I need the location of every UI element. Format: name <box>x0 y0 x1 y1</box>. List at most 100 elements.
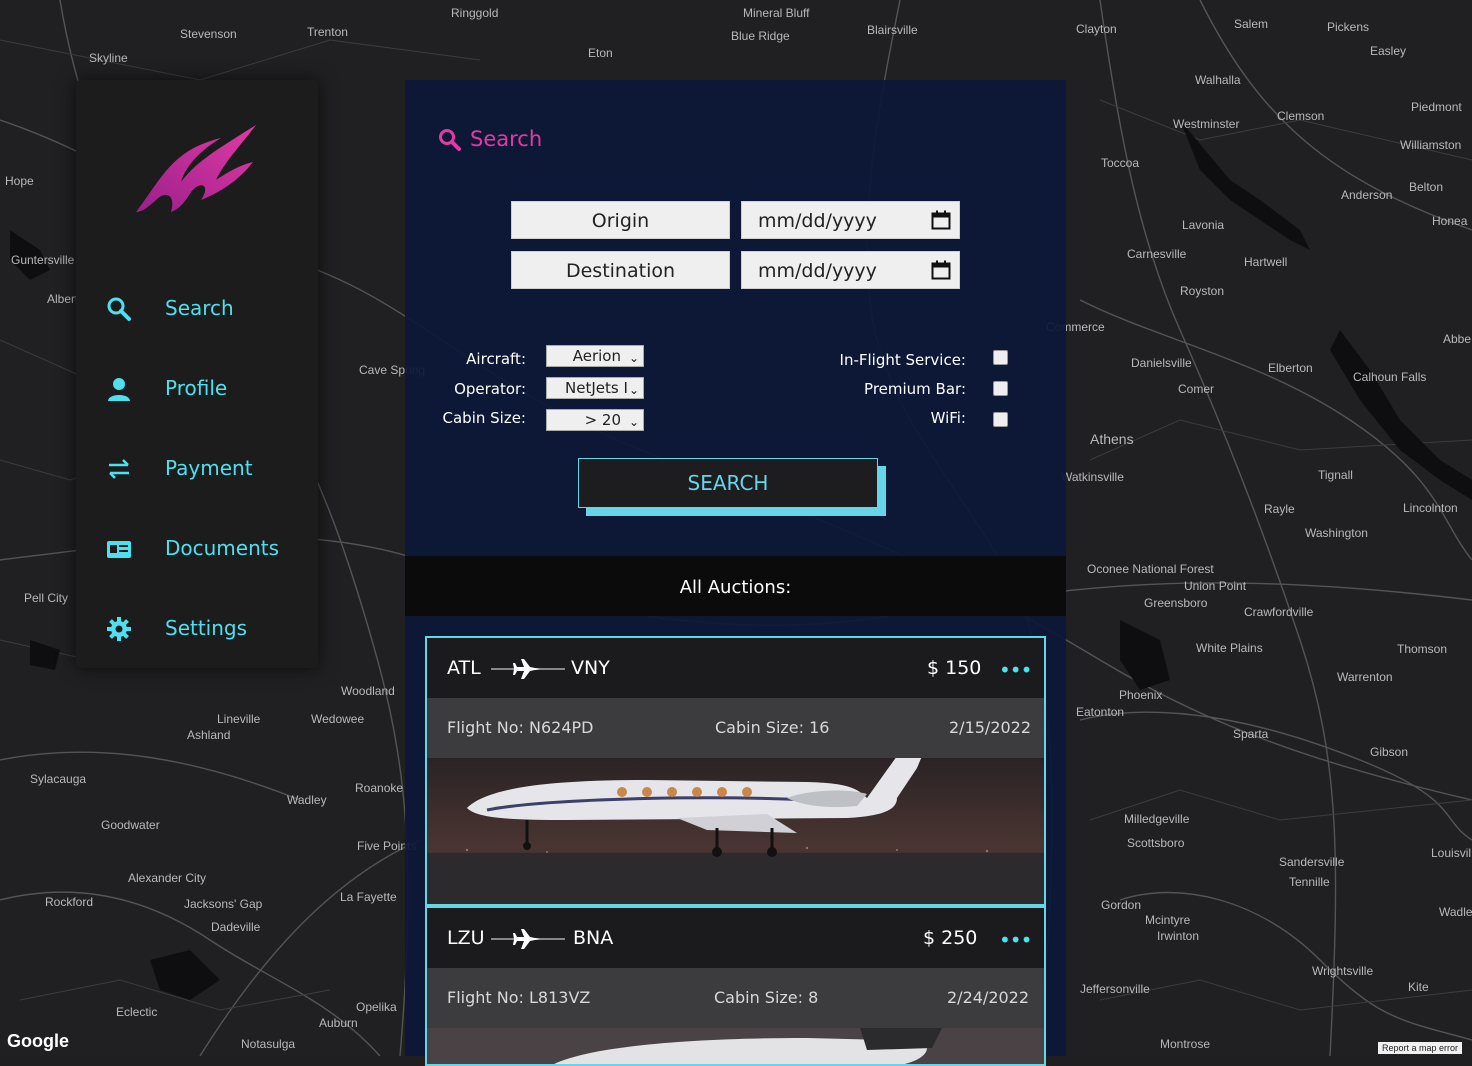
map-place-label: Carnesville <box>1127 247 1187 261</box>
map-place-label: Notasulga <box>241 1037 296 1051</box>
map-place-label: Sylacauga <box>30 772 87 786</box>
map-place-label: Sparta <box>1233 727 1269 741</box>
map-place-label: Wedowee <box>311 712 365 726</box>
sidebar-item-label: Search <box>165 296 234 320</box>
sidebar-item-documents[interactable]: Documents <box>76 520 318 580</box>
map-place-label: Wadley <box>287 793 327 807</box>
map-place-label: Calhoun Falls <box>1353 370 1427 384</box>
map-place-label: Eton <box>588 46 613 60</box>
map-place-label: Dadeville <box>211 920 261 934</box>
operator-select[interactable]: NetJets I ⌄ <box>546 377 644 399</box>
sidebar-item-search[interactable]: Search <box>76 280 318 340</box>
map-place-label: Skyline <box>89 51 128 65</box>
auction-card[interactable]: ATL VNY $ 150 ••• Flight No: N624PD Cabi… <box>425 636 1046 906</box>
map-place-label: Roanoke <box>355 781 404 795</box>
more-options-icon[interactable]: ••• <box>999 658 1032 682</box>
map-place-label: Lincolnton <box>1403 501 1458 515</box>
map-place-label: Louisvil <box>1431 846 1472 860</box>
map-place-label: Oconee National Forest <box>1087 562 1214 576</box>
wifi-checkbox[interactable] <box>993 412 1008 427</box>
origin-input[interactable]: Origin <box>511 201 730 239</box>
aircraft-select[interactable]: Aerion ⌄ <box>546 345 644 367</box>
sidebar-item-label: Settings <box>165 616 248 640</box>
departure-date-input[interactable]: mm/dd/yyyy <box>741 201 960 239</box>
map-place-label: Salem <box>1234 17 1269 31</box>
jet-photo <box>427 1028 1044 1064</box>
map-place-label: Jacksons' Gap <box>184 897 263 911</box>
auction-card[interactable]: LZU BNA $ 250 ••• Flight No: L813VZ Cabi… <box>425 906 1046 1066</box>
map-place-label: Tignall <box>1318 468 1353 482</box>
map-place-label: Westminster <box>1173 117 1240 131</box>
map-place-label: Warrenton <box>1337 670 1393 684</box>
map-place-label: Easley <box>1370 44 1407 58</box>
google-logo: Google <box>7 1031 69 1051</box>
map-place-label: Belton <box>1409 180 1444 194</box>
user-icon <box>108 378 130 401</box>
map-place-label: Danielsville <box>1131 356 1192 370</box>
cabin-size-label: Cabin Size: <box>442 409 526 427</box>
calendar-icon[interactable] <box>931 260 951 280</box>
map-place-label: Kite <box>1408 980 1429 994</box>
premium-bar-checkbox[interactable] <box>993 381 1008 396</box>
map-place-label: Eatonton <box>1076 705 1125 719</box>
report-map-error-link[interactable]: Report a map error <box>1378 1042 1463 1054</box>
airplane-icon <box>513 659 540 679</box>
map-place-label: Alexander City <box>128 871 207 885</box>
map-place-label: Greensboro <box>1144 596 1208 610</box>
flight-number: Flight No: L813VZ <box>447 988 591 1007</box>
flight-info-row: Flight No: N624PD Cabin Size: 16 2/15/20… <box>427 698 1044 758</box>
map-place-label: Athens <box>1090 431 1134 447</box>
map-place-label: White Plains <box>1196 641 1263 655</box>
map-place-label: Mcintyre <box>1145 913 1191 927</box>
search-button[interactable]: SEARCH <box>578 458 878 508</box>
calendar-icon[interactable] <box>931 210 951 230</box>
map-place-label: Williamston <box>1400 138 1462 152</box>
map-place-label: Sandersville <box>1279 855 1345 869</box>
route-row: LZU BNA $ 250 ••• <box>427 908 1044 968</box>
map-place-label: Comer <box>1178 382 1215 396</box>
map-place-label: Gibson <box>1370 745 1409 759</box>
sidebar: Search Profile Payment Documents Setting… <box>76 80 318 668</box>
map-place-label: Royston <box>1180 284 1225 298</box>
sidebar-item-profile[interactable]: Profile <box>76 360 318 420</box>
map-place-label: Blue Ridge <box>731 29 790 43</box>
map-place-label: Walhalla <box>1195 73 1241 87</box>
flight-info-row: Flight No: L813VZ Cabin Size: 8 2/24/202… <box>427 968 1044 1028</box>
map-place-label: Anderson <box>1341 188 1393 202</box>
destination-input[interactable]: Destination <box>511 251 730 289</box>
map-place-label: Rockford <box>45 895 94 909</box>
map-place-label: Tennille <box>1289 875 1330 889</box>
map-place-label: Woodland <box>341 684 395 698</box>
map-place-label: Guntersville <box>11 253 75 267</box>
map-place-label: Clayton <box>1076 22 1117 36</box>
map-place-label: Auburn <box>319 1016 358 1030</box>
transfer-icon <box>109 459 129 479</box>
map-place-label: Opelika <box>356 1000 397 1014</box>
more-options-icon[interactable]: ••• <box>999 928 1032 952</box>
map-place-label: Blairsville <box>867 23 918 37</box>
date-placeholder: mm/dd/yyyy <box>758 210 877 232</box>
map-place-label: Honea <box>1432 214 1468 228</box>
sidebar-item-settings[interactable]: Settings <box>76 600 318 660</box>
flight-date: 2/15/2022 <box>949 718 1032 737</box>
flight-date: 2/24/2022 <box>947 988 1030 1007</box>
map-place-label: Hope <box>5 174 34 188</box>
inflight-service-checkbox[interactable] <box>993 350 1008 365</box>
map-place-label: La Fayette <box>340 890 397 904</box>
map-place-label: Phoenix <box>1119 688 1163 702</box>
cabin-size-select[interactable]: > 20 ⌄ <box>546 409 644 431</box>
map-place-label: Clemson <box>1277 109 1325 123</box>
flight-number: Flight No: N624PD <box>447 718 594 737</box>
inflight-service-label: In-Flight Service: <box>839 351 966 369</box>
map-place-label: Wrightsville <box>1312 964 1374 978</box>
sidebar-item-payment[interactable]: Payment <box>76 440 318 500</box>
date-placeholder: mm/dd/yyyy <box>758 260 877 282</box>
aircraft-selected: Aerion <box>572 347 621 365</box>
map-place-label: Ashland <box>187 728 231 742</box>
map-place-label: Irwinton <box>1157 929 1200 943</box>
map-place-label: Wadle <box>1439 905 1472 919</box>
return-date-input[interactable]: mm/dd/yyyy <box>741 251 960 289</box>
map-place-label: Abbe <box>1443 332 1472 346</box>
wifi-label: WiFi: <box>930 409 966 427</box>
map-place-label: Jeffersonville <box>1080 982 1150 996</box>
